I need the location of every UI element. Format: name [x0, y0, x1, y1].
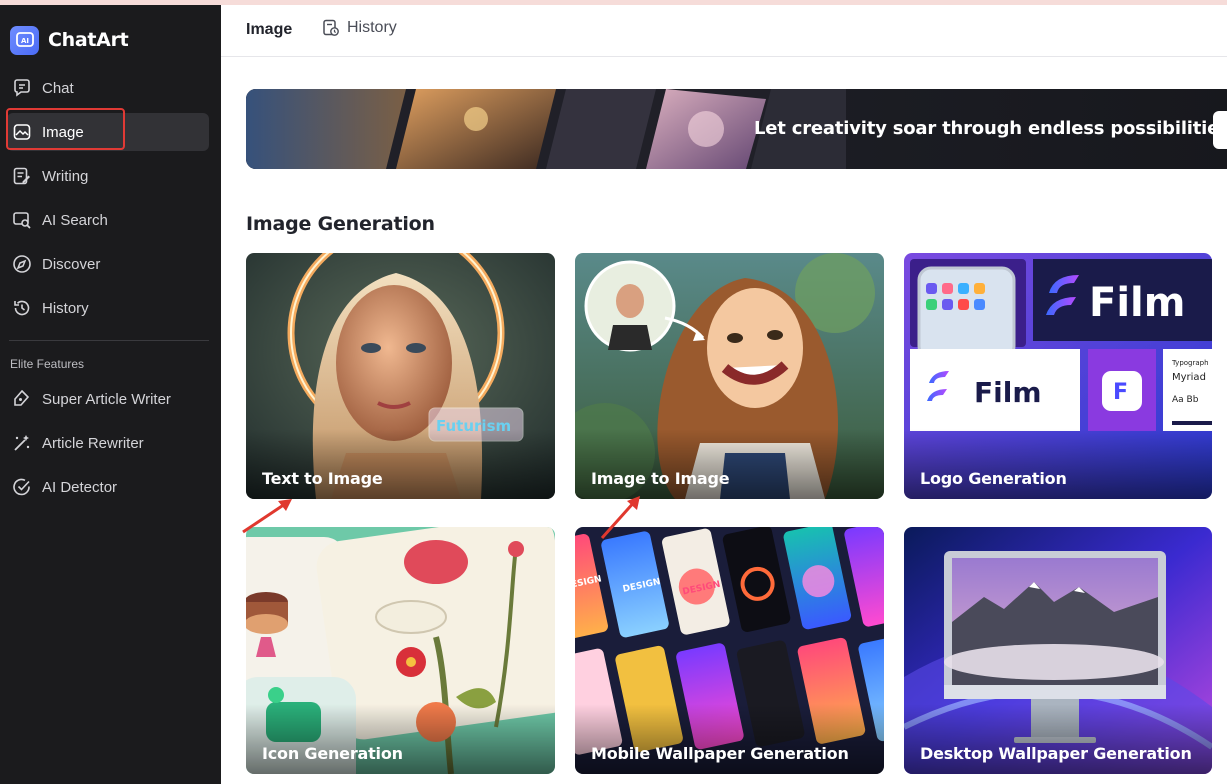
banner-text: Let creativity soar through endless poss…: [754, 118, 1227, 139]
font-sample-chars: Aa Bb: [1172, 395, 1199, 405]
logo-brand-text-small: Film: [974, 376, 1042, 409]
font-sample-name: Myriad: [1172, 372, 1206, 383]
section-title: Image Generation: [246, 213, 435, 235]
sidebar-item-label: Image: [42, 123, 84, 141]
card-text-to-image[interactable]: Futurism Text to Image: [246, 253, 555, 499]
sidebar-item-discover[interactable]: Discover: [7, 245, 209, 283]
font-sample-title: Typograph: [1171, 359, 1209, 367]
sidebar: AI ChatArt Chat Image Writing AI Search …: [0, 5, 221, 784]
card-logo-generation[interactable]: Film Film F Typograph Myriad Aa Bb Logo …: [904, 253, 1212, 499]
card-shade: [904, 429, 1212, 499]
sidebar-item-label: AI Search: [42, 211, 108, 229]
sidebar-item-history[interactable]: History: [7, 289, 209, 327]
sidebar-item-label: Article Rewriter: [42, 434, 144, 452]
sidebar-item-writing[interactable]: Writing: [7, 157, 209, 195]
card-shade: [904, 704, 1212, 774]
sidebar-item-article-rewriter[interactable]: Article Rewriter: [7, 424, 209, 462]
card-label: Image to Image: [591, 469, 730, 488]
tab-history[interactable]: History: [322, 19, 397, 37]
sidebar-item-label: Chat: [42, 79, 74, 97]
ai-search-icon: [13, 212, 31, 229]
tab-image[interactable]: Image: [246, 21, 292, 39]
sidebar-item-label: History: [42, 299, 89, 317]
card-image-to-image[interactable]: Image to Image: [575, 253, 884, 499]
app-name: ChatArt: [48, 29, 129, 51]
promo-banner[interactable]: Let creativity soar through endless poss…: [246, 89, 1227, 169]
card-label: Icon Generation: [262, 744, 403, 763]
image-icon: [13, 124, 31, 140]
sidebar-item-ai-detector[interactable]: AI Detector: [7, 468, 209, 506]
sidebar-item-label: Writing: [42, 167, 89, 185]
svg-text:F: F: [1113, 380, 1128, 405]
card-mobile-wallpaper-generation[interactable]: DESIGN DESIGN DESIGN Mobile Wallpaper Ge…: [575, 527, 884, 774]
card-shade: [246, 429, 555, 499]
card-icon-generation[interactable]: Icon Generation: [246, 527, 555, 774]
sidebar-item-label: AI Detector: [42, 478, 118, 496]
annotation-arrow-icon: [600, 496, 640, 540]
logo-brand-text-large: Film: [1089, 280, 1185, 326]
card-label: Desktop Wallpaper Generation: [920, 744, 1192, 763]
svg-text:AI: AI: [21, 37, 29, 45]
card-shade: [575, 429, 884, 499]
card-label: Text to Image: [262, 469, 383, 488]
chat-icon: [14, 79, 30, 97]
card-label: Mobile Wallpaper Generation: [591, 744, 849, 763]
history-doc-icon: [323, 19, 339, 36]
magic-wand-icon: [14, 435, 30, 451]
pen-icon: [14, 389, 30, 406]
top-header: Image History: [221, 5, 1227, 57]
sidebar-item-ai-search[interactable]: AI Search: [7, 201, 209, 239]
card-label: Logo Generation: [920, 469, 1067, 488]
card-shade: [246, 704, 555, 774]
card-desktop-wallpaper-generation[interactable]: Desktop Wallpaper Generation: [904, 527, 1212, 774]
tab-history-label: History: [347, 19, 397, 36]
check-circle-icon: [13, 478, 30, 496]
elite-features-heading: Elite Features: [10, 357, 85, 371]
sidebar-item-chat[interactable]: Chat: [7, 69, 209, 107]
sidebar-item-label: Super Article Writer: [42, 390, 171, 408]
banner-button[interactable]: [1213, 111, 1227, 149]
history-icon: [14, 300, 30, 316]
chatart-logo-icon: AI: [10, 25, 39, 55]
sidebar-item-super-article-writer[interactable]: Super Article Writer: [7, 380, 209, 418]
brand[interactable]: AI ChatArt: [10, 25, 129, 55]
annotation-arrow-icon: [242, 499, 292, 534]
compass-icon: [13, 255, 31, 273]
sidebar-divider: [9, 340, 209, 341]
card-shade: [575, 704, 884, 774]
sidebar-item-label: Discover: [42, 255, 101, 273]
sidebar-item-image[interactable]: Image: [7, 113, 209, 151]
writing-icon: [13, 167, 30, 185]
